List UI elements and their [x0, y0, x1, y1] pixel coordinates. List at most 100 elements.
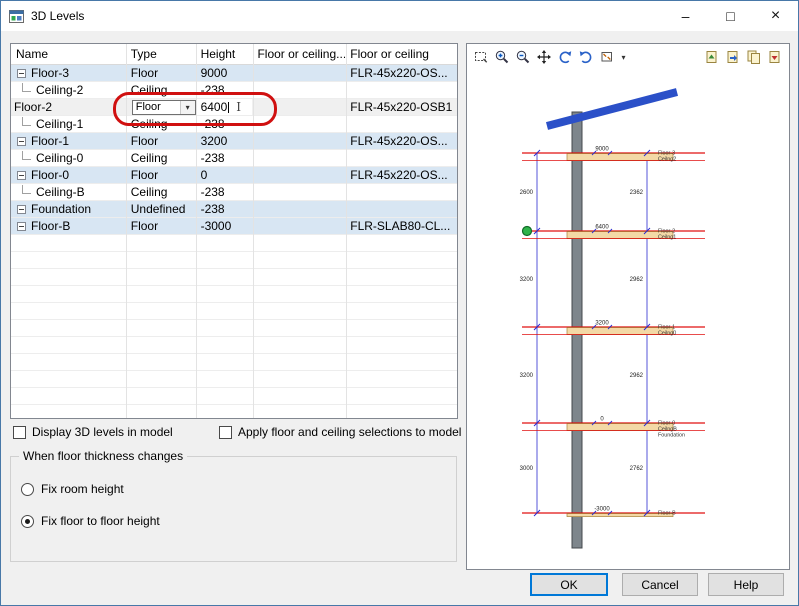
checkbox-apply-selections[interactable]: Apply floor and ceiling selections to mo…	[219, 425, 461, 439]
fit-view-icon[interactable]	[597, 48, 617, 67]
column-header-floor-ceiling[interactable]: Floor or ceiling	[345, 44, 457, 64]
table-row[interactable]: Floor-1Floor3200 FLR-45x220-OS...	[11, 133, 457, 150]
table-row[interactable]: Floor-3Floor9000 FLR-45x220-OS...	[11, 65, 457, 82]
row-name-cell[interactable]: Ceiling-2	[11, 82, 126, 98]
help-button[interactable]: Help	[708, 573, 784, 596]
export-view-icon[interactable]	[765, 48, 785, 67]
row-type-cell[interactable]: Ceiling	[126, 82, 196, 98]
row-type-cell[interactable]: Floor▾	[126, 99, 196, 115]
checkbox-icon[interactable]	[13, 426, 26, 439]
close-button[interactable]: ×	[753, 1, 798, 31]
row-height-cell[interactable]: -238	[196, 82, 253, 98]
row-height-cell[interactable]: -238	[196, 201, 253, 217]
collapse-minus-icon[interactable]	[17, 171, 26, 180]
zoom-window-icon[interactable]	[471, 48, 491, 67]
levels-diagram-canvas[interactable]: 9000Floor-3Ceilng2260023626400Floor-2Cei…	[467, 68, 789, 568]
row-name-cell[interactable]: Ceiling-B	[11, 184, 126, 200]
row-name-cell[interactable]: Foundation	[11, 201, 126, 217]
table-row[interactable]: Ceiling-2Ceiling-238	[11, 82, 457, 99]
row-name-cell[interactable]: Floor-0	[11, 167, 126, 183]
row-floor-ceiling-cell[interactable]	[345, 82, 457, 98]
row-floor-ceiling-cell[interactable]	[345, 116, 457, 132]
row-floor-ceiling-cell[interactable]: FLR-45x220-OS...	[345, 167, 457, 183]
row-height-cell[interactable]: -238	[196, 150, 253, 166]
row-height-cell[interactable]: -238	[196, 184, 253, 200]
row-type-cell[interactable]: Floor	[126, 218, 196, 234]
row-floor-ceiling-sel-cell[interactable]	[252, 82, 345, 98]
table-row[interactable]: FoundationUndefined-238	[11, 201, 457, 218]
collapse-minus-icon[interactable]	[17, 69, 26, 78]
row-floor-ceiling-sel-cell[interactable]	[252, 116, 345, 132]
row-floor-ceiling-cell[interactable]	[345, 150, 457, 166]
row-floor-ceiling-sel-cell[interactable]	[252, 167, 345, 183]
table-row[interactable]: Ceiling-BCeiling-238	[11, 184, 457, 201]
column-header-floor-ceiling-sel[interactable]: Floor or ceiling...	[252, 44, 345, 64]
row-height-cell[interactable]: 3200	[196, 133, 253, 149]
radio-fix-room-height[interactable]: Fix room height	[21, 482, 124, 496]
cancel-button[interactable]: Cancel	[622, 573, 698, 596]
minimize-button[interactable]: –	[663, 1, 708, 31]
row-floor-ceiling-sel-cell[interactable]	[252, 218, 345, 234]
table-row[interactable]: Floor-BFloor-3000 FLR-SLAB80-CL...	[11, 218, 457, 235]
table-row[interactable]: Floor-0Floor0 FLR-45x220-OS...	[11, 167, 457, 184]
level-value-label: 3200	[595, 321, 609, 327]
table-row[interactable]: Ceiling-1Ceiling-238	[11, 116, 457, 133]
maximize-button[interactable]: □	[708, 1, 753, 31]
row-name-cell[interactable]: Floor-1	[11, 133, 126, 149]
row-floor-ceiling-sel-cell[interactable]	[252, 184, 345, 200]
column-header-height[interactable]: Height	[196, 44, 253, 64]
chevron-down-icon[interactable]: ▾	[180, 101, 195, 114]
row-height-cell[interactable]: -238	[196, 116, 253, 132]
column-header-type[interactable]: Type	[126, 44, 196, 64]
row-floor-ceiling-cell[interactable]: FLR-45x220-OS...	[345, 133, 457, 149]
row-height-cell[interactable]: 6400I	[196, 99, 253, 115]
row-height-cell[interactable]: 9000	[196, 65, 253, 81]
row-type-cell[interactable]: Floor	[126, 133, 196, 149]
column-header-name[interactable]: Name	[11, 44, 126, 64]
rotate-right-icon[interactable]	[576, 48, 596, 67]
pan-icon[interactable]	[534, 48, 554, 67]
checkbox-icon[interactable]	[219, 426, 232, 439]
snapshot-icon[interactable]	[702, 48, 722, 67]
zoom-out-icon[interactable]	[513, 48, 533, 67]
row-floor-ceiling-cell[interactable]: FLR-45x220-OSB1	[345, 99, 457, 115]
radio-icon[interactable]	[21, 483, 34, 496]
fit-view-dropdown-icon[interactable]: ▾	[618, 48, 629, 67]
row-type-cell[interactable]: Undefined	[126, 201, 196, 217]
row-name-cell[interactable]: Floor-B	[11, 218, 126, 234]
zoom-in-icon[interactable]	[492, 48, 512, 67]
row-name-cell[interactable]: Floor-2	[11, 99, 126, 115]
row-floor-ceiling-sel-cell[interactable]	[252, 201, 345, 217]
radio-icon[interactable]	[21, 515, 34, 528]
row-floor-ceiling-sel-cell[interactable]	[252, 150, 345, 166]
row-name-cell[interactable]: Floor-3	[11, 65, 126, 81]
row-type-cell[interactable]: Floor	[126, 167, 196, 183]
row-floor-ceiling-cell[interactable]	[345, 184, 457, 200]
row-height-cell[interactable]: 0	[196, 167, 253, 183]
row-floor-ceiling-sel-cell[interactable]	[252, 133, 345, 149]
collapse-minus-icon[interactable]	[17, 222, 26, 231]
type-combobox[interactable]: Floor▾	[132, 100, 196, 115]
row-floor-ceiling-cell[interactable]	[345, 201, 457, 217]
row-floor-ceiling-cell[interactable]: FLR-45x220-OS...	[345, 65, 457, 81]
table-row[interactable]: Ceiling-0Ceiling-238	[11, 150, 457, 167]
row-height-cell[interactable]: -3000	[196, 218, 253, 234]
row-name-cell[interactable]: Ceiling-0	[11, 150, 126, 166]
duplicate-view-icon[interactable]	[744, 48, 764, 67]
copy-view-icon[interactable]	[723, 48, 743, 67]
row-type-cell[interactable]: Floor	[126, 65, 196, 81]
rotate-left-icon[interactable]	[555, 48, 575, 67]
row-floor-ceiling-sel-cell[interactable]	[252, 65, 345, 81]
row-type-cell[interactable]: Ceiling	[126, 116, 196, 132]
collapse-minus-icon[interactable]	[17, 205, 26, 214]
row-type-cell[interactable]: Ceiling	[126, 150, 196, 166]
row-name-cell[interactable]: Ceiling-1	[11, 116, 126, 132]
checkbox-display-3d-levels[interactable]: Display 3D levels in model	[13, 425, 173, 439]
row-floor-ceiling-cell[interactable]: FLR-SLAB80-CL...	[345, 218, 457, 234]
ok-button[interactable]: OK	[530, 573, 608, 596]
radio-fix-floor-to-floor-height[interactable]: Fix floor to floor height	[21, 514, 160, 528]
collapse-minus-icon[interactable]	[17, 137, 26, 146]
table-row[interactable]: Floor-2 Floor▾6400I FLR-45x220-OSB1	[11, 99, 457, 116]
row-floor-ceiling-sel-cell[interactable]	[252, 99, 345, 115]
row-type-cell[interactable]: Ceiling	[126, 184, 196, 200]
